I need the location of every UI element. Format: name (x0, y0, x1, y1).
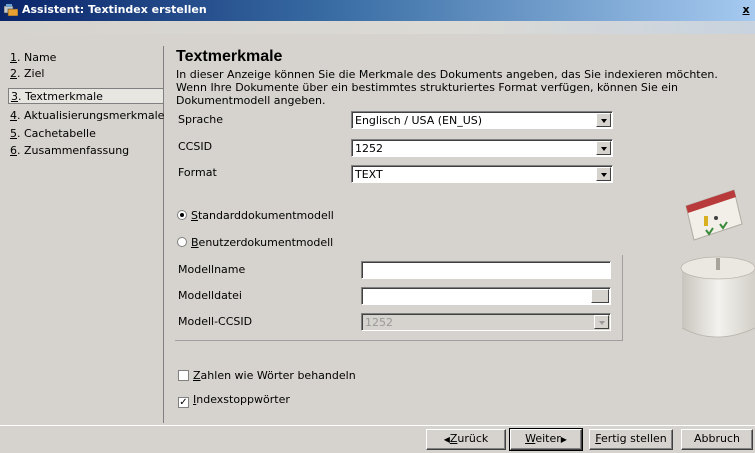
format-select[interactable]: TEXT (351, 165, 613, 183)
next-button[interactable]: Weiter▶ (509, 428, 583, 451)
chevron-down-icon (594, 315, 609, 329)
page-description: In dieser Anzeige können Sie die Merkmal… (176, 68, 718, 107)
radio-unselected-icon[interactable] (177, 237, 187, 247)
radio-benutzerdokumentmodell[interactable]: Benutzerdokumentmodell (177, 236, 333, 249)
title-subbar (0, 21, 755, 34)
sidebar-item-label: . Name (17, 51, 57, 64)
format-value: TEXT (355, 168, 383, 181)
step-list: 1. Name 2. Ziel 3. Textmerkmale 4. Aktua… (8, 46, 164, 423)
sprache-select[interactable]: Englisch / USA (EN_US) (351, 111, 613, 129)
radio-label: tandarddokumentmodell (197, 209, 334, 222)
zahlen-checkbox[interactable]: Zahlen wie Wörter behandeln (178, 369, 356, 382)
checkbox-unchecked-icon[interactable] (178, 370, 189, 381)
ccsid-label: CCSID (178, 140, 213, 153)
format-label: Format (178, 166, 217, 179)
ccsid-select[interactable]: 1252 (351, 139, 613, 157)
radio-label: enutzerdokumentmodell (198, 236, 334, 249)
button-label: eiter (535, 432, 561, 445)
button-label: urück (457, 432, 489, 445)
radio-selected-icon[interactable] (177, 210, 187, 220)
finish-button[interactable]: Fertig stellen (589, 429, 673, 450)
radio-standarddokumentmodell[interactable]: Standarddokumentmodell (177, 209, 334, 222)
sprache-value: Englisch / USA (EN_US) (355, 114, 483, 127)
step-number: 1 (10, 51, 17, 64)
checkbox-checked-icon[interactable]: ✓ (178, 397, 189, 408)
sidebar-item-textmerkmale[interactable]: 3. Textmerkmale (8, 88, 163, 104)
step-number: 4 (10, 109, 17, 122)
browse-button[interactable] (591, 289, 609, 303)
close-icon[interactable]: x (739, 3, 753, 17)
mnemonic: Z (193, 369, 201, 382)
sprache-label: Sprache (178, 113, 224, 126)
main-panel: Textmerkmale In dieser Anzeige können Si… (174, 46, 755, 426)
cancel-button[interactable]: Abbruch (681, 429, 753, 450)
card-icon (685, 189, 743, 241)
modell-ccsid-select: 1252 (361, 313, 611, 331)
modellname-input[interactable] (361, 261, 611, 279)
modell-ccsid-value: 1252 (365, 316, 393, 329)
ccsid-value: 1252 (355, 142, 383, 155)
chevron-down-icon[interactable] (596, 113, 611, 127)
cylinder-icon (680, 256, 755, 338)
step-number: 6 (10, 144, 17, 157)
modelldatei-label: Modelldatei (178, 289, 242, 302)
sidebar-item-label: . Aktualisierungsmerkmale (17, 109, 165, 122)
sidebar-item-name[interactable]: 1. Name (8, 50, 163, 66)
sidebar-item-label: . Textmerkmale (18, 90, 103, 103)
step-number: 2 (10, 67, 17, 80)
modelldatei-input[interactable] (361, 287, 611, 305)
chevron-down-icon[interactable] (596, 167, 611, 181)
sidebar-item-ziel[interactable]: 2. Ziel (8, 66, 163, 82)
app-icon (4, 4, 18, 16)
sidebar-item-label: . Zusammenfassung (17, 144, 130, 157)
sidebar-item-aktualisierungsmerkmale[interactable]: 4. Aktualisierungsmerkmale (8, 108, 165, 124)
mnemonic: W (525, 432, 536, 445)
mnemonic: S (191, 209, 198, 222)
sidebar-item-label: . Ziel (17, 67, 45, 80)
sidebar-item-cachetabelle[interactable]: 5. Cachetabelle (8, 126, 163, 142)
button-label: ertig stellen (600, 432, 667, 445)
wizard-illustration (680, 189, 755, 338)
step-number: 5 (10, 127, 17, 140)
page-title: Textmerkmale (176, 48, 283, 65)
window-title: Assistent: Textindex erstellen (22, 3, 207, 16)
arrow-right-icon: ▶ (560, 435, 567, 444)
indexstoppwoerter-checkbox[interactable]: ✓ Indexstoppwörter (178, 393, 290, 408)
sidebar-item-label: . Cachetabelle (17, 127, 96, 140)
checkbox-label: ahlen wie Wörter behandeln (200, 369, 356, 382)
chevron-down-icon[interactable] (596, 141, 611, 155)
wizard-window: Assistent: Textindex erstellen x 1. Name… (0, 0, 755, 453)
sidebar-item-zusammenfassung[interactable]: 6. Zusammenfassung (8, 143, 163, 159)
step-number: 3 (11, 90, 18, 103)
modell-ccsid-label: Modell-CCSID (178, 315, 253, 328)
checkbox-label: ndexstoppwörter (196, 393, 290, 406)
mnemonic: B (191, 236, 199, 249)
modellname-label: Modellname (178, 263, 246, 276)
title-bar: Assistent: Textindex erstellen x (0, 0, 755, 21)
back-button[interactable]: ◀Zurück (426, 429, 506, 450)
